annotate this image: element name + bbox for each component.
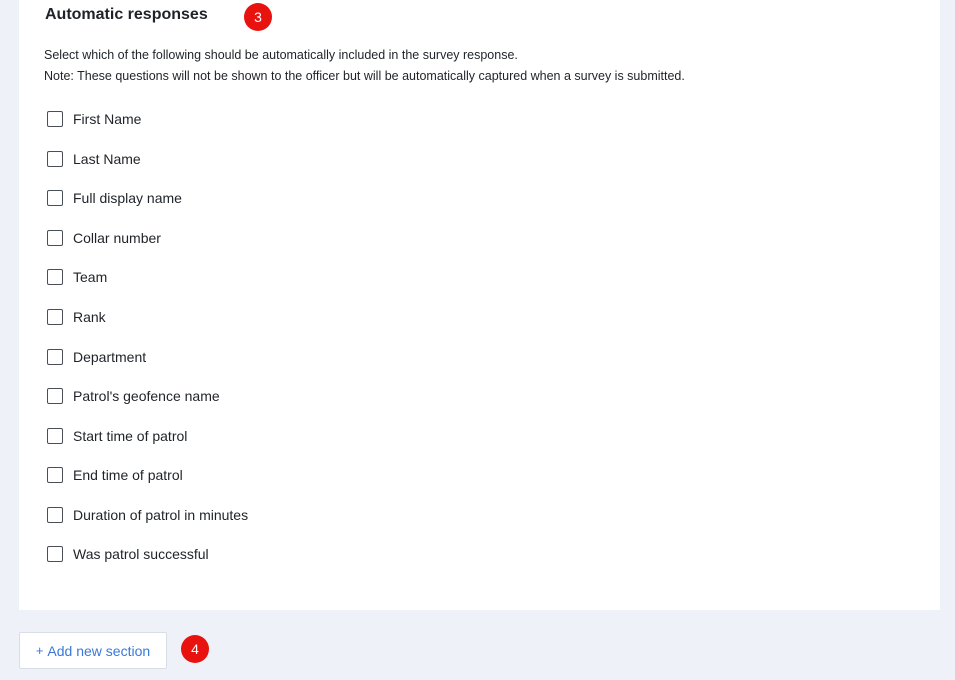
option-label: Duration of patrol in minutes — [73, 507, 249, 523]
option-patrol-geofence-name[interactable]: Patrol's geofence name — [47, 388, 220, 404]
option-end-time-of-patrol[interactable]: End time of patrol — [47, 467, 183, 483]
option-rank[interactable]: Rank — [47, 309, 106, 325]
checkbox[interactable] — [47, 507, 63, 523]
section-title: Automatic responses — [45, 6, 208, 23]
checkbox[interactable] — [47, 467, 63, 483]
checkbox[interactable] — [47, 349, 63, 365]
checkbox[interactable] — [47, 546, 63, 562]
step-badge-3: 3 — [244, 3, 272, 31]
option-label: Department — [73, 349, 147, 365]
option-label: Rank — [73, 309, 106, 325]
checkbox[interactable] — [47, 230, 63, 246]
option-label: Patrol's geofence name — [73, 388, 220, 404]
checkbox[interactable] — [47, 190, 63, 206]
option-label: Start time of patrol — [73, 428, 188, 444]
option-label: Team — [73, 269, 108, 285]
option-label: Last Name — [73, 151, 141, 167]
option-first-name[interactable]: First Name — [47, 111, 141, 127]
checkbox[interactable] — [47, 309, 63, 325]
checkbox[interactable] — [47, 388, 63, 404]
option-label: Full display name — [73, 190, 182, 206]
checkbox[interactable] — [47, 111, 63, 127]
option-duration-of-patrol[interactable]: Duration of patrol in minutes — [47, 507, 248, 523]
checkbox[interactable] — [47, 151, 63, 167]
plus-icon: + — [35, 643, 44, 658]
option-label: Was patrol successful — [73, 546, 209, 562]
option-was-patrol-successful[interactable]: Was patrol successful — [47, 546, 209, 562]
checkbox[interactable] — [47, 269, 63, 285]
add-new-section-label: Add new section — [47, 642, 151, 659]
add-new-section-button[interactable]: + Add new section — [19, 632, 167, 669]
option-department[interactable]: Department — [47, 349, 146, 365]
option-start-time-of-patrol[interactable]: Start time of patrol — [47, 428, 187, 444]
automatic-responses-card: Automatic responses 3 Select which of th… — [19, 0, 940, 610]
option-label: Collar number — [73, 230, 161, 246]
section-note: Note: These questions will not be shown … — [44, 69, 685, 83]
option-last-name[interactable]: Last Name — [47, 151, 141, 167]
step-badge-4: 4 — [181, 635, 209, 663]
option-label: First Name — [73, 111, 142, 127]
option-full-display-name[interactable]: Full display name — [47, 190, 182, 206]
option-team[interactable]: Team — [47, 269, 107, 285]
section-description: Select which of the following should be … — [44, 48, 518, 62]
option-label: End time of patrol — [73, 467, 183, 483]
option-collar-number[interactable]: Collar number — [47, 230, 161, 246]
checkbox[interactable] — [47, 428, 63, 444]
